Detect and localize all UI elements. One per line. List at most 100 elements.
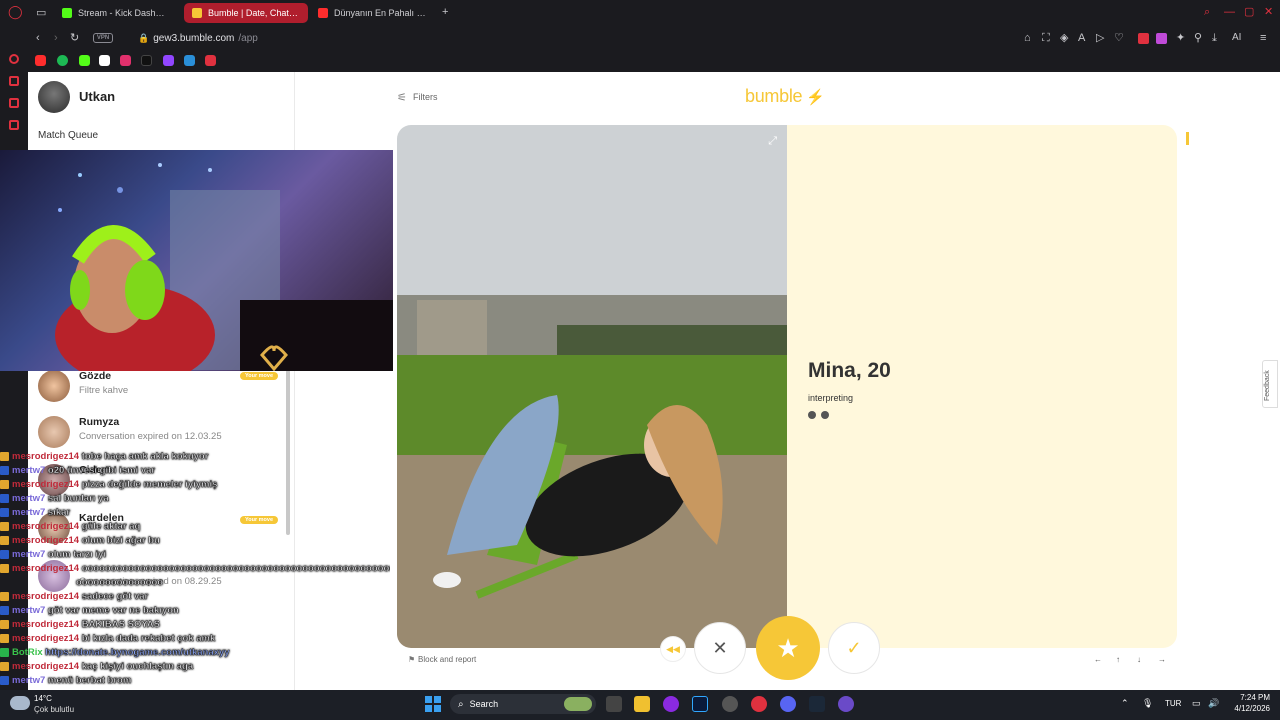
close-window-icon[interactable]: ✕ [1264,6,1273,18]
rail-messenger-icon[interactable] [9,98,19,108]
profile-icon[interactable]: ⚲ [1194,32,1202,44]
opera-taskbar-icon[interactable] [751,696,767,712]
tray-overflow-icon[interactable]: ⌃ [1121,698,1129,709]
rail-refresh-icon[interactable] [9,54,19,64]
minimize-icon[interactable]: — [1224,6,1235,18]
chat-username[interactable]: mesrodrigez14 [12,591,79,602]
photoshop-icon[interactable] [692,696,708,712]
back-icon[interactable]: ‹ [36,32,40,44]
backtrack-button[interactable]: ◀◀ [660,636,686,662]
tab-youtube[interactable]: Dünyanın En Pahalı Evi / N [310,3,434,23]
block-report-link[interactable]: Block and report [418,655,476,664]
bookmark-icon-3[interactable] [205,55,216,66]
bookmark-icon-2[interactable] [184,55,195,66]
chat-username[interactable]: mesrodrigez14 [12,619,79,630]
twitch-bookmark-icon[interactable] [163,55,174,66]
flag-icon[interactable]: ⚑ [408,655,415,664]
adblock-icon[interactable] [1138,33,1149,44]
x-bookmark-icon[interactable] [99,55,110,66]
user-name[interactable]: Utkan [79,89,115,104]
chat-username[interactable]: BotRix [12,647,43,658]
display-icon[interactable]: ▭ [1192,698,1201,709]
workspaces-icon[interactable]: ▭ [36,7,46,19]
chat-username[interactable]: mertw7 [12,507,45,518]
arrow-up-icon[interactable]: ↑ [1116,655,1120,664]
profile-photo[interactable]: ⤢ [397,125,787,648]
chat-username[interactable]: mesrodrigez14 [12,521,79,532]
chat-username[interactable]: mesrodrigez14 [12,451,79,462]
heart-icon[interactable]: ♡ [1114,32,1124,44]
search-tabs-icon[interactable]: ⌕ [1204,6,1210,18]
chat-username[interactable]: mertw7 [12,493,45,504]
address-bar[interactable]: 🔒 gew3.bumble.com/app [138,30,258,46]
weather-desc[interactable]: Çok bulutlu [34,705,74,714]
rail-profile-icon[interactable] [9,76,19,86]
chat-username[interactable]: mesrodrigez14 [12,661,79,672]
superswipe-button[interactable]: ★ [756,616,820,680]
reload-icon[interactable]: ↻ [70,32,79,44]
menu-icon[interactable]: ≡ [1260,32,1266,44]
opera-logo-icon[interactable]: ◯ [8,5,23,18]
tiktok-bookmark-icon[interactable] [141,55,152,66]
steam-icon[interactable] [809,696,825,712]
new-tab-icon[interactable]: + [442,6,448,18]
forward-icon[interactable]: › [54,32,58,44]
lock-icon: 🔒 [138,32,150,43]
chat-username[interactable]: mertw7 [12,675,45,686]
language-indicator[interactable]: TUR [1165,699,1181,708]
like-button[interactable]: ✓ [828,622,880,674]
rail-notes-icon[interactable] [9,120,19,130]
filters-button[interactable]: Filters [413,92,438,102]
clock-date[interactable]: 4/12/2026 [1226,704,1270,713]
extension-icon[interactable] [1156,33,1167,44]
weather-temp[interactable]: 14°C [34,694,52,703]
chat-username[interactable]: mesrodrigez14 [12,633,79,644]
volume-icon[interactable]: 🔊 [1208,698,1219,709]
kick-bookmark-icon[interactable] [79,55,90,66]
instagram-bookmark-icon[interactable] [120,55,131,66]
user-avatar[interactable] [38,81,70,113]
chat-text: sıkar [47,507,71,518]
discord-icon[interactable] [780,696,796,712]
chat-username[interactable]: mertw7 [12,465,45,476]
chat-username[interactable]: mesrodrigez14 [12,479,79,490]
chat-text[interactable]: https://donate.bynogame.com/utkanaxyy [45,647,230,658]
spotify-bookmark-icon[interactable] [57,55,68,66]
chat-username[interactable]: mesrodrigez14 [12,563,79,574]
chat-username[interactable]: mertw7 [12,549,45,560]
clock-time[interactable]: 7:24 PM [1232,693,1270,702]
feedback-tab[interactable]: Feedback [1262,360,1278,408]
translate-icon[interactable]: A [1078,32,1085,44]
file-explorer-icon[interactable] [634,696,650,712]
arrow-down-icon[interactable]: ↓ [1137,655,1141,664]
arrow-left-icon[interactable]: ← [1094,655,1102,664]
app-icon-3[interactable] [838,696,854,712]
vpn-badge[interactable]: VPN [93,33,113,43]
youtube-bookmark-icon[interactable] [35,55,46,66]
shield-icon[interactable]: ◈ [1060,32,1068,44]
snapshot-icon[interactable]: ⛶ [1042,32,1050,44]
play-icon[interactable]: ▷ [1096,32,1104,44]
tab-bumble[interactable]: Bumble | Date, Chat, Meet [184,3,308,23]
mic-icon[interactable]: 🎙 [1142,698,1153,709]
download-icon[interactable]: ⤓ [1212,32,1217,44]
task-view-icon[interactable] [606,696,622,712]
puzzle-icon[interactable]: ✦ [1176,32,1185,44]
arrow-right-icon[interactable]: → [1158,655,1166,664]
bookmark-icon[interactable]: ⌂ [1024,32,1031,44]
maximize-icon[interactable]: ▢ [1244,6,1254,18]
bumble-logo[interactable]: bumble ⚡ [745,86,825,107]
ai-button[interactable]: AI [1232,32,1241,44]
taskbar-search[interactable]: ⌕ Search [450,694,596,714]
chat-username[interactable]: mertw7 [12,605,45,616]
app-icon[interactable] [663,696,679,712]
windows-start-icon[interactable] [425,696,441,712]
chat-badge-icon [0,465,9,475]
pass-button[interactable]: ✕ [694,622,746,674]
filters-icon[interactable]: ⚟ [397,91,407,104]
tab-kick-dashboard[interactable]: Stream - Kick Dashboard [54,3,176,23]
chat-message: BotRix https://donate.bynogame.com/utkan… [0,646,390,660]
expand-icon[interactable]: ⤢ [768,135,777,148]
app-icon-2[interactable] [722,696,738,712]
chat-username[interactable]: mesrodrigez14 [12,535,79,546]
